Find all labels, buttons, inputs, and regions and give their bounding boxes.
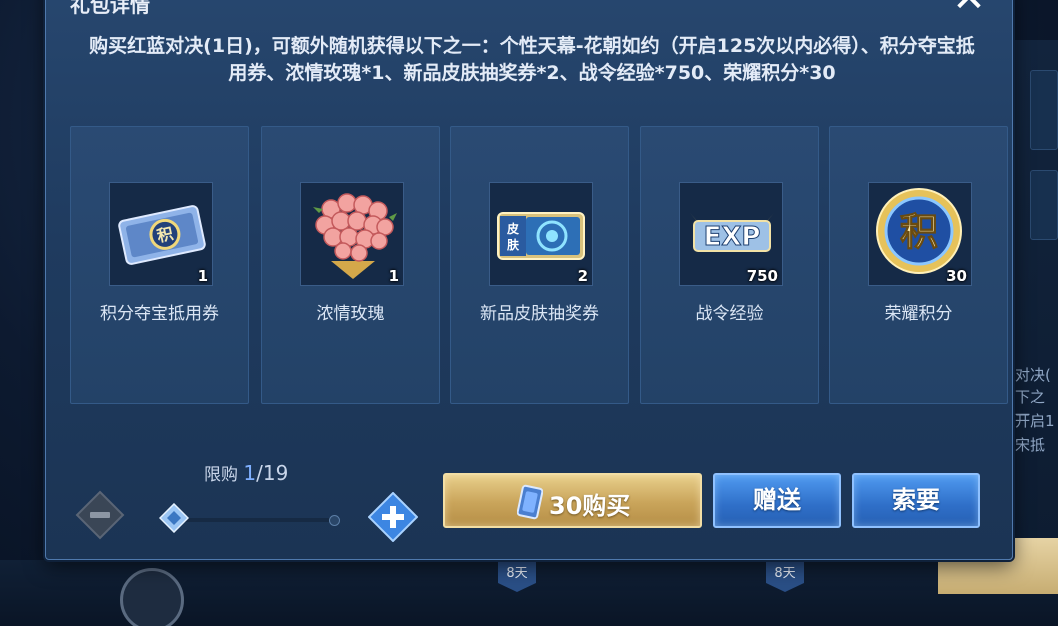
svg-text:皮: 皮: [506, 221, 519, 236]
svg-text:肤: 肤: [507, 237, 520, 252]
exp-icon: EXP 750: [679, 182, 783, 286]
reward-count: 30: [946, 267, 967, 285]
pack-description: 购买红蓝对决(1日)，可额外随机获得以下之一：个性天幕-花朝如约（开启125次以…: [89, 35, 975, 84]
purchase-limit-total: /19: [256, 461, 289, 485]
quantity-slider-track[interactable]: [165, 515, 340, 526]
coupon-icon: [517, 484, 543, 520]
reward-name: 积分夺宝抵用券: [100, 304, 219, 324]
plus-icon: [367, 491, 419, 543]
close-button[interactable]: ✕: [949, 0, 989, 21]
svg-text:EXP: EXP: [704, 222, 761, 252]
request-button[interactable]: 索要: [852, 473, 980, 528]
honor-points-icon: 积 30: [868, 182, 972, 286]
background-card: [1030, 70, 1058, 150]
close-icon: ✕: [952, 0, 986, 21]
background-text: 对决(: [1015, 366, 1051, 384]
background-avatar: [120, 568, 184, 626]
svg-text:积: 积: [900, 210, 938, 254]
background-text: 开启1: [1015, 412, 1055, 430]
increase-quantity-button[interactable]: [367, 491, 419, 543]
reward-name: 浓情玫瑰: [316, 304, 385, 324]
reward-name: 战令经验: [695, 304, 764, 324]
purchase-limit-current: 1: [243, 461, 257, 485]
purchase-limit-label: 限购: [204, 465, 238, 485]
reward-name: 荣耀积分: [884, 304, 953, 324]
buy-button-label: 30购买: [549, 492, 631, 520]
reward-count: 1: [197, 267, 208, 285]
reward-card[interactable]: EXP 750 战令经验: [640, 126, 819, 404]
reward-count: 750: [746, 267, 778, 285]
quantity-slider-thumb[interactable]: [158, 502, 190, 534]
buy-button[interactable]: 30购买: [443, 473, 702, 528]
reward-count: 2: [577, 267, 588, 285]
background-text: 宋抵: [1015, 436, 1046, 454]
skin-ticket-icon: 皮 肤 2: [489, 182, 593, 286]
reward-card[interactable]: 积 1 积分夺宝抵用券: [70, 126, 249, 404]
reward-card[interactable]: 1 浓情玫瑰: [261, 126, 440, 404]
decrease-quantity-button[interactable]: [75, 490, 125, 540]
minus-icon: [75, 490, 125, 540]
purchase-limit: 限购 1/19: [204, 460, 288, 485]
lottery-voucher-icon: 积 1: [109, 182, 213, 286]
reward-card[interactable]: 皮 肤 2 新品皮肤抽奖券: [450, 126, 629, 404]
gift-button[interactable]: 赠送: [713, 473, 841, 528]
background-card: [1030, 170, 1058, 240]
dialog-title: 礼包详情: [70, 0, 150, 17]
rose-bouquet-icon: 1: [300, 182, 404, 286]
reward-count: 1: [388, 267, 399, 285]
reward-name: 新品皮肤抽奖券: [480, 304, 599, 324]
reward-card[interactable]: 积 30 荣耀积分: [829, 126, 1008, 404]
